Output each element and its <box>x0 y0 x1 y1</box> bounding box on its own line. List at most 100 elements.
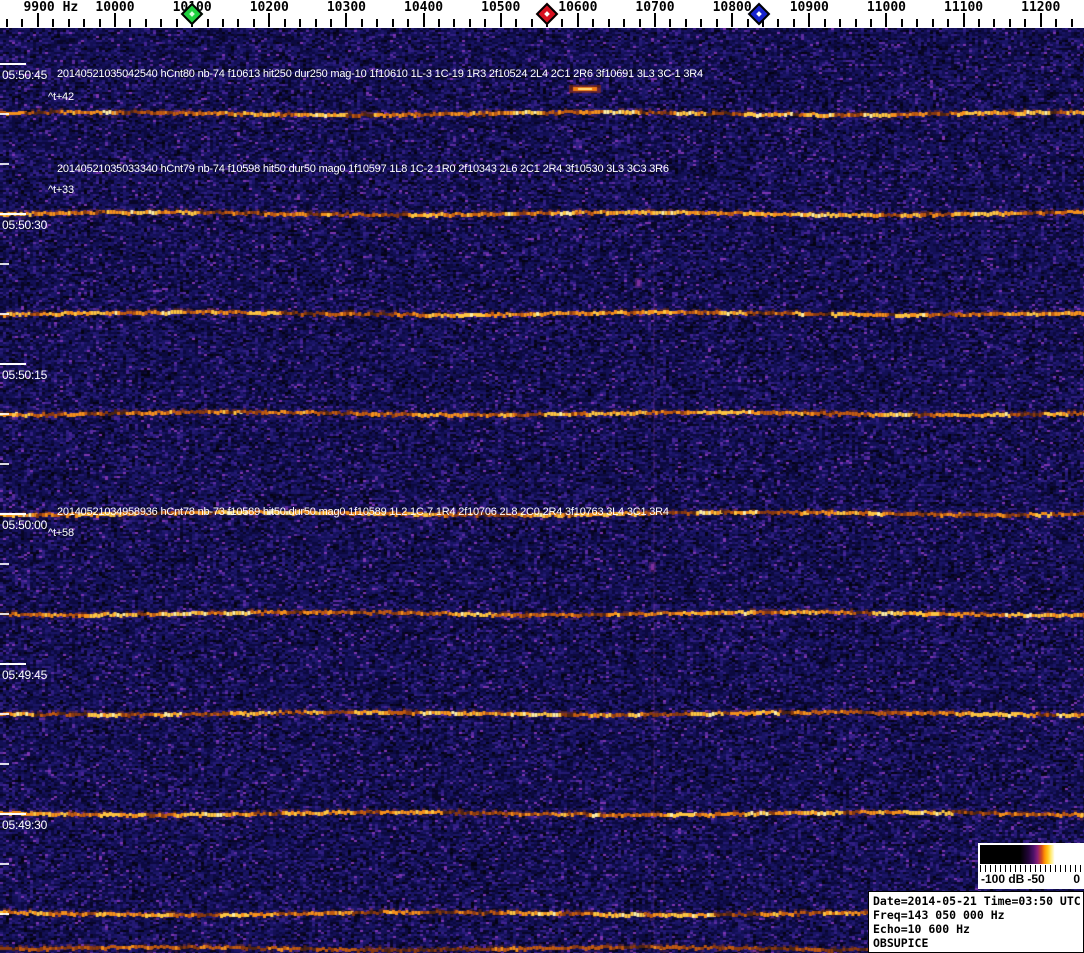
frequency-tick <box>129 19 132 27</box>
marker-green-center-dot <box>189 11 195 17</box>
colorbar-label-max: 0 <box>1073 872 1080 886</box>
time-label: 05:49:45 <box>2 668 48 682</box>
frequency-tick <box>1055 19 1058 27</box>
time-minor-tick <box>0 713 9 715</box>
frequency-label: 11000 <box>866 0 906 15</box>
time-tick <box>0 663 26 665</box>
frequency-tick <box>854 19 857 27</box>
frequency-tick <box>268 13 271 27</box>
frequency-label: 10200 <box>249 0 289 15</box>
frequency-label: 10700 <box>635 0 675 15</box>
frequency-label: 10500 <box>481 0 521 15</box>
time-minor-tick <box>0 263 9 265</box>
frequency-tick <box>1070 19 1073 27</box>
frequency-tick <box>746 19 749 27</box>
time-minor-tick <box>0 863 9 865</box>
info-station-line: OBSUPICE <box>873 936 929 950</box>
frequency-tick <box>962 13 965 27</box>
frequency-tick <box>931 19 934 27</box>
frequency-tick <box>299 19 302 27</box>
frequency-tick <box>438 19 440 27</box>
time-minor-tick <box>0 313 9 315</box>
frequency-tick <box>144 19 147 27</box>
marker-blue-center-dot <box>756 11 762 17</box>
frequency-tick <box>592 19 595 27</box>
meteor-event-annotation: 20140521034958936 hCnt78 nb-73 f10589 hi… <box>57 506 669 518</box>
frequency-tick <box>1039 13 1042 27</box>
colorbar-legend: -100 dB -50 0 <box>978 843 1084 889</box>
colorbar-ticks <box>980 865 1082 872</box>
frequency-label: 11100 <box>943 0 984 15</box>
time-label: 05:50:30 <box>2 218 48 232</box>
time-label: 05:50:45 <box>2 68 48 82</box>
frequency-tick <box>700 19 703 27</box>
frequency-tick <box>839 19 842 27</box>
frequency-tick <box>792 19 795 27</box>
frequency-tick <box>330 19 332 27</box>
frequency-tick <box>83 19 86 27</box>
frequency-tick <box>607 19 610 27</box>
frequency-tick <box>654 13 656 27</box>
frequency-tick <box>885 13 888 27</box>
meteor-event-annotation: 20140521035033340 hCnt79 nb-74 f10598 hi… <box>57 163 669 175</box>
frequency-tick <box>314 19 317 27</box>
frequency-tick <box>1008 19 1011 27</box>
frequency-label: 10600 <box>558 0 598 15</box>
spectrogram-area: 05:50:45 05:50:30 05:50:15 05:50:00 05:49:45… <box>0 28 1084 953</box>
info-date-line: Date=2014-05-21 Time=03:50 UTC <box>873 894 1081 908</box>
frequency-axis: 9900 Hz100001010010200103001040010500106… <box>0 0 1084 28</box>
time-minor-tick <box>0 463 9 465</box>
frequency-tick <box>947 19 950 27</box>
meteor-event-time-offset: ^t+33 <box>48 184 74 196</box>
time-tick <box>0 63 26 65</box>
frequency-tick <box>916 19 919 27</box>
frequency-tick <box>731 13 734 27</box>
frequency-tick <box>422 13 425 27</box>
spectrogram-app: 9900 Hz100001010010200103001040010500106… <box>0 0 1084 953</box>
time-tick <box>0 363 26 365</box>
observation-info-box: Date=2014-05-21 Time=03:50 UTC Freq=143 … <box>868 891 1084 953</box>
frequency-label: 9900 Hz <box>23 0 79 15</box>
frequency-tick <box>715 19 718 27</box>
frequency-tick <box>407 19 410 27</box>
frequency-tick <box>391 19 394 27</box>
frequency-tick <box>237 19 240 27</box>
frequency-tick <box>468 19 471 27</box>
time-tick <box>0 813 26 815</box>
frequency-tick <box>808 13 811 27</box>
frequency-tick <box>222 19 224 27</box>
frequency-tick <box>376 19 379 27</box>
time-minor-tick <box>0 113 9 115</box>
frequency-tick <box>345 13 348 27</box>
frequency-tick <box>870 19 872 27</box>
frequency-tick <box>36 13 39 27</box>
time-minor-tick <box>0 163 9 165</box>
time-tick <box>0 213 26 215</box>
meteor-event-annotation: 20140521035042540 hCnt80 nb-74 f10613 hi… <box>57 68 703 80</box>
frequency-label: 11200 <box>1021 0 1061 15</box>
frequency-tick <box>484 19 487 27</box>
meteor-event-time-offset: ^t+42 <box>48 91 74 103</box>
frequency-tick <box>453 19 456 27</box>
frequency-tick <box>823 19 826 27</box>
frequency-tick <box>669 19 672 27</box>
frequency-tick <box>175 19 178 27</box>
frequency-label: 10000 <box>95 0 135 15</box>
frequency-label: 10900 <box>789 0 829 15</box>
frequency-tick <box>360 19 363 27</box>
colorbar-labels: -100 dB -50 0 <box>978 872 1084 888</box>
frequency-tick <box>252 19 255 27</box>
frequency-tick <box>283 19 286 27</box>
frequency-tick <box>561 19 564 27</box>
frequency-tick <box>499 13 502 27</box>
colorbar-gradient <box>980 845 1081 864</box>
time-label: 05:50:15 <box>2 368 48 382</box>
meteor-event-time-offset: ^t+58 <box>48 527 74 539</box>
frequency-tick <box>5 19 8 27</box>
time-minor-tick <box>0 613 9 615</box>
frequency-tick <box>684 19 687 27</box>
frequency-label: 10800 <box>712 0 752 15</box>
frequency-tick <box>515 19 518 27</box>
time-minor-tick <box>0 563 9 565</box>
marker-red-center-dot <box>544 11 550 17</box>
